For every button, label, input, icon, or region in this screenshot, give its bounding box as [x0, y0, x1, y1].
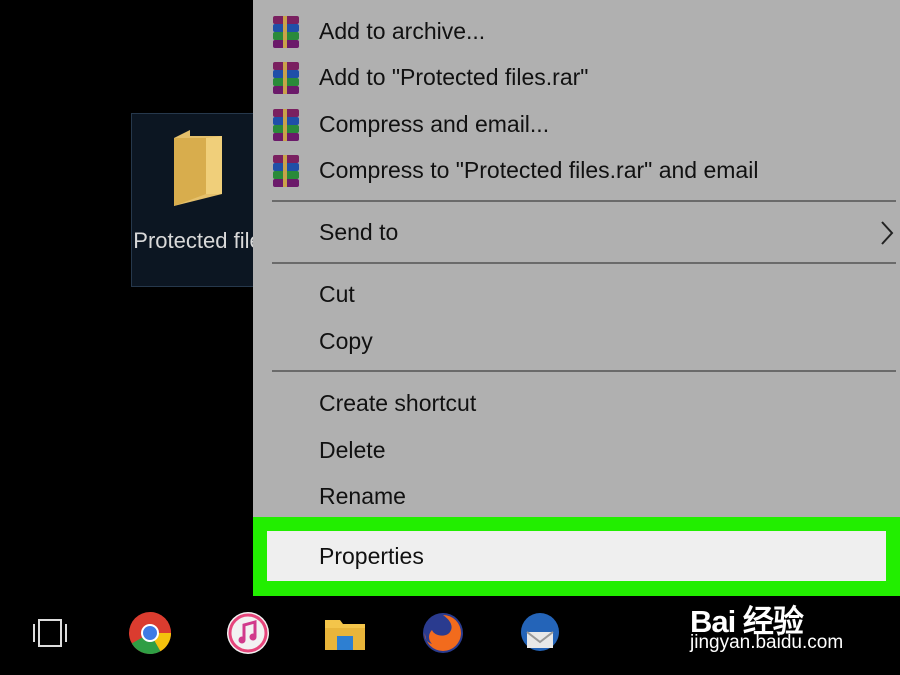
winrar-icon — [273, 109, 299, 141]
menu-separator — [272, 370, 896, 372]
menu-item-label: Add to archive... — [319, 18, 486, 44]
menu-item-compress-to-rar-and-email[interactable]: Compress to "Protected files.rar" and em… — [253, 148, 900, 192]
firefox-icon[interactable] — [420, 610, 466, 656]
itunes-icon[interactable] — [225, 610, 271, 656]
menu-item-properties[interactable]: Properties — [267, 531, 886, 581]
menu-item-label: Compress to "Protected files.rar" and em… — [319, 157, 759, 183]
desktop-folder-protected-files[interactable]: Protected files — [131, 113, 273, 287]
file-explorer-icon[interactable] — [322, 610, 368, 656]
chevron-right-icon — [881, 221, 894, 245]
winrar-icon — [273, 16, 299, 48]
menu-item-create-shortcut[interactable]: Create shortcut — [253, 381, 900, 425]
menu-item-label: Compress and email... — [319, 111, 550, 137]
menu-item-copy[interactable]: Copy — [253, 319, 900, 363]
menu-item-label: Rename — [319, 483, 406, 509]
context-menu: Add to archive... Add to "Protected file… — [253, 0, 900, 594]
thunderbird-icon[interactable] — [517, 610, 563, 656]
menu-item-label: Create shortcut — [319, 390, 477, 416]
menu-item-label: Copy — [319, 328, 373, 354]
winrar-icon — [273, 155, 299, 187]
chrome-icon[interactable] — [127, 610, 173, 656]
menu-item-compress-and-email[interactable]: Compress and email... — [253, 102, 900, 146]
menu-item-rename[interactable]: Rename — [253, 474, 900, 518]
menu-item-label: Add to "Protected files.rar" — [319, 64, 589, 90]
menu-separator — [272, 200, 896, 202]
menu-item-label: Properties — [319, 543, 424, 569]
menu-item-label: Send to — [319, 219, 399, 245]
menu-item-delete[interactable]: Delete — [253, 428, 900, 472]
folder-icon — [174, 130, 222, 206]
winrar-icon — [273, 62, 299, 94]
watermark-url: jingyan.baidu.com — [690, 632, 844, 653]
properties-highlight: Properties — [253, 517, 900, 596]
menu-item-label: Delete — [319, 437, 386, 463]
menu-item-add-to-archive[interactable]: Add to archive... — [253, 9, 900, 53]
menu-item-label: Cut — [319, 281, 355, 307]
task-view-icon[interactable] — [27, 610, 73, 656]
menu-item-cut[interactable]: Cut — [253, 272, 900, 316]
menu-item-add-to-rar[interactable]: Add to "Protected files.rar" — [253, 55, 900, 99]
menu-item-send-to[interactable]: Send to — [253, 210, 900, 254]
menu-separator — [272, 262, 896, 264]
